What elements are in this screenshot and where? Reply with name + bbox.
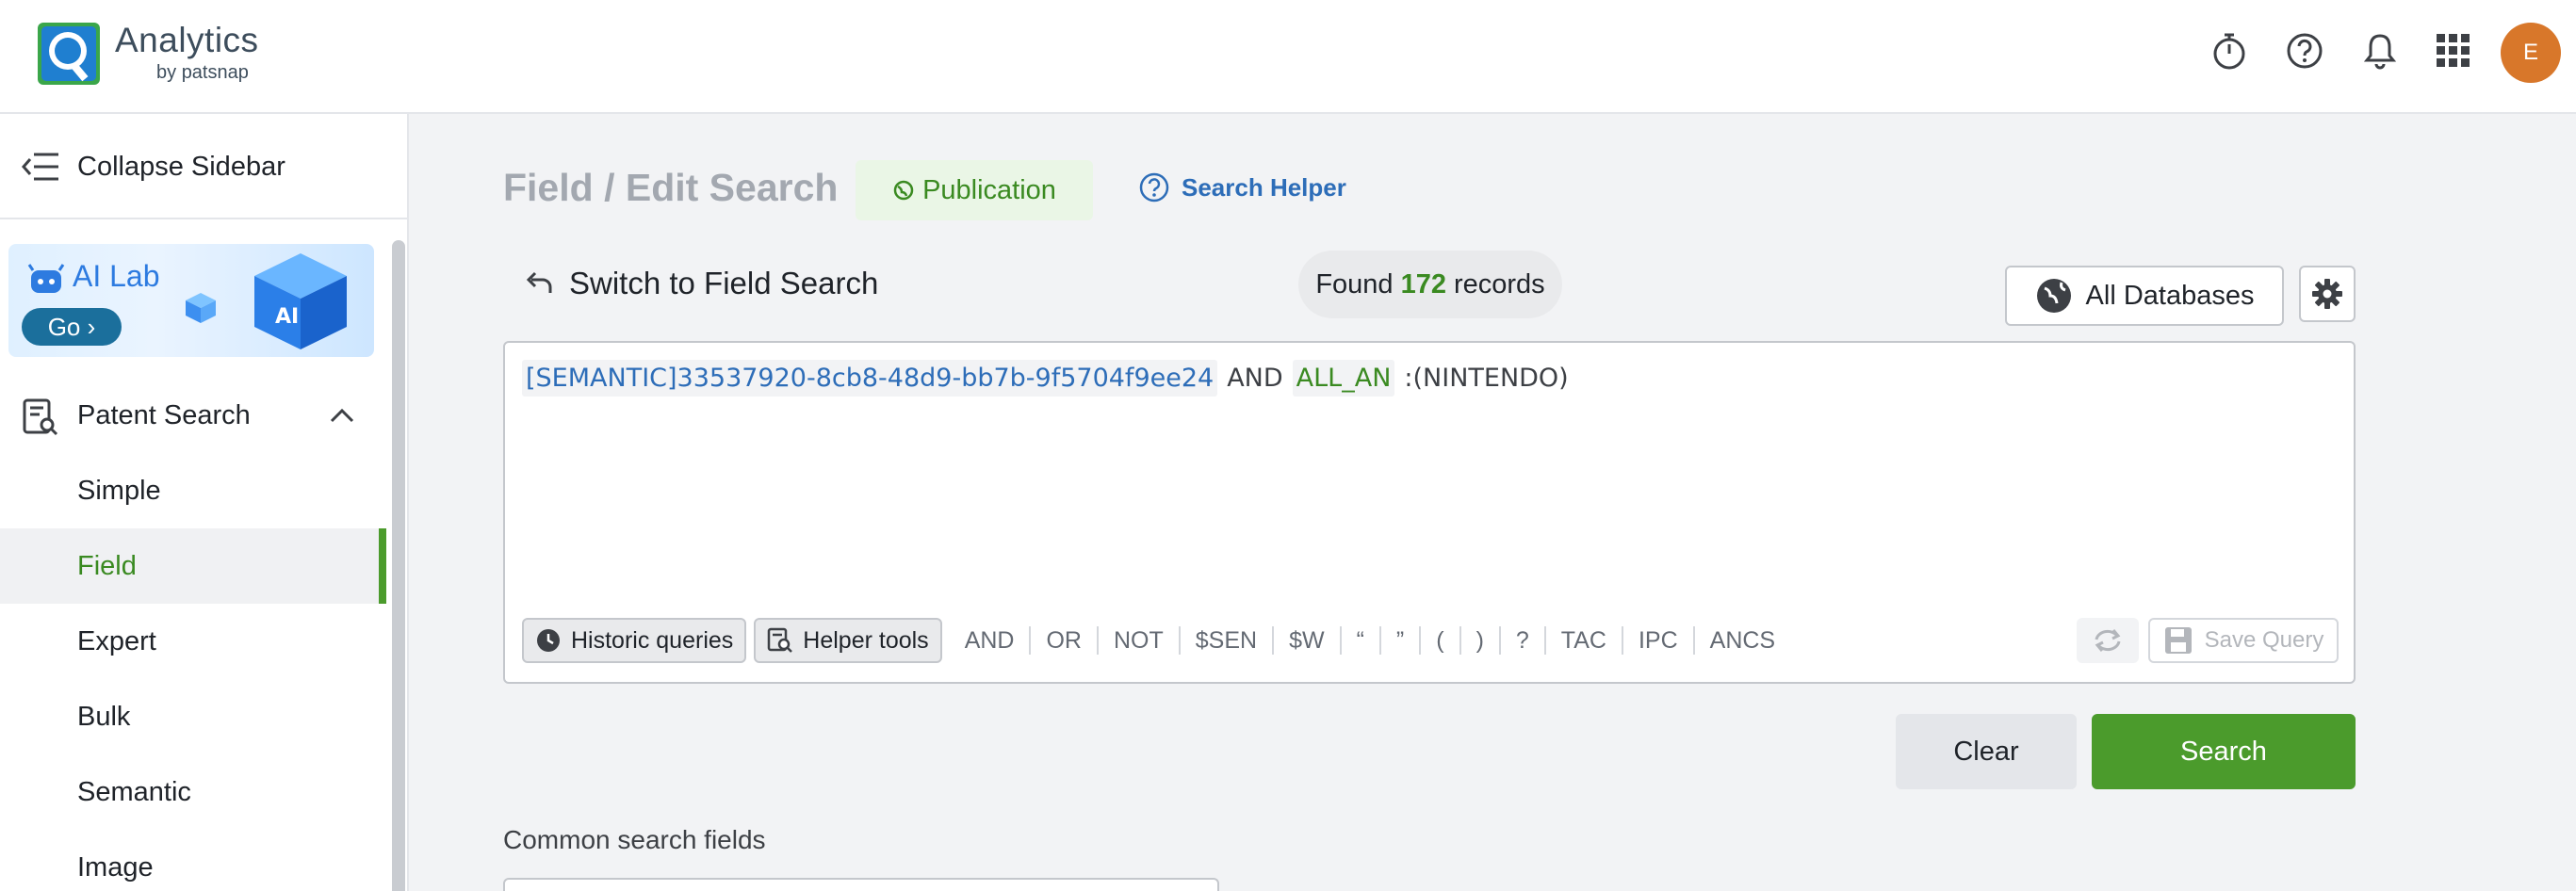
gear-icon bbox=[2311, 278, 2343, 310]
switch-label: Switch to Field Search bbox=[569, 266, 878, 301]
sidebar-item-label: Semantic bbox=[77, 777, 191, 808]
operator-not[interactable]: NOT bbox=[1099, 626, 1181, 655]
collapse-arrow-icon bbox=[21, 152, 60, 182]
publication-badge-label: Publication bbox=[922, 175, 1056, 206]
analytics-logo-icon[interactable] bbox=[38, 23, 100, 85]
all-databases-button[interactable]: All Databases bbox=[2005, 266, 2284, 326]
operator-ancs[interactable]: ANCS bbox=[1695, 626, 1790, 655]
ai-lab-title: AI Lab bbox=[73, 259, 160, 294]
operator-and[interactable]: AND bbox=[950, 626, 1032, 655]
clock-icon bbox=[535, 627, 562, 654]
brand-byline: by patsnap bbox=[156, 62, 249, 84]
brand-name: Analytics bbox=[115, 21, 259, 60]
timer-icon[interactable] bbox=[2207, 28, 2252, 73]
search-helper-link[interactable]: Search Helper bbox=[1138, 171, 1346, 203]
collapse-sidebar-button[interactable]: Collapse Sidebar bbox=[0, 114, 407, 219]
search-helper-label: Search Helper bbox=[1182, 173, 1346, 202]
collapse-sidebar-label: Collapse Sidebar bbox=[77, 152, 285, 183]
query-editor[interactable]: [SEMANTIC]33537920-8cb8-48d9-bb7b-9f5704… bbox=[503, 341, 2356, 684]
operator-open-quote[interactable]: “ bbox=[1342, 626, 1381, 655]
chevron-up-icon bbox=[330, 408, 354, 423]
operator-w[interactable]: $W bbox=[1274, 626, 1342, 655]
sidebar-item-label: Simple bbox=[77, 476, 161, 507]
operator-open-paren[interactable]: ( bbox=[1421, 626, 1460, 655]
page-title: Field / Edit Search bbox=[503, 166, 838, 210]
patent-search-section[interactable]: Patent Search bbox=[0, 378, 386, 453]
save-query-label: Save Query bbox=[2205, 627, 2324, 654]
clear-button[interactable]: Clear bbox=[1896, 714, 2077, 789]
found-records-badge: Found 172 records bbox=[1298, 251, 1562, 318]
sidebar-scrollbar[interactable] bbox=[392, 240, 405, 891]
operator-ipc[interactable]: IPC bbox=[1623, 626, 1695, 655]
sidebar-item-label: Image bbox=[77, 852, 154, 883]
sidebar-item-bulk[interactable]: Bulk bbox=[0, 679, 386, 754]
refresh-button[interactable] bbox=[2077, 618, 2139, 663]
help-circle-icon bbox=[1138, 171, 1170, 203]
operator-tac[interactable]: TAC bbox=[1546, 626, 1623, 655]
bell-icon[interactable] bbox=[2357, 28, 2403, 73]
sidebar: Collapse Sidebar AI Lab Go › AI Patent S… bbox=[0, 114, 409, 891]
operator-question[interactable]: ? bbox=[1501, 626, 1546, 655]
patent-search-label: Patent Search bbox=[77, 400, 251, 431]
top-header: Analytics by patsnap E bbox=[0, 0, 2576, 114]
globe-filled-icon bbox=[2035, 277, 2073, 315]
common-field-input[interactable] bbox=[503, 878, 1219, 891]
historic-queries-label: Historic queries bbox=[571, 627, 733, 655]
common-search-fields-heading: Common search fields bbox=[503, 825, 766, 855]
sidebar-item-field[interactable]: Field bbox=[0, 528, 386, 604]
operator-close-quote[interactable]: ” bbox=[1381, 626, 1421, 655]
sidebar-item-label: Bulk bbox=[77, 702, 130, 733]
ai-cube-icon: AI bbox=[249, 250, 352, 353]
operator-close-paren[interactable]: ) bbox=[1461, 626, 1501, 655]
helper-tools-icon bbox=[767, 627, 793, 654]
apps-grid-icon[interactable] bbox=[2431, 28, 2476, 73]
ai-lab-go-button[interactable]: Go › bbox=[22, 308, 122, 346]
helper-tools-label: Helper tools bbox=[803, 627, 928, 655]
sidebar-item-image[interactable]: Image bbox=[0, 830, 386, 891]
refresh-icon bbox=[2089, 626, 2127, 655]
operator-list: AND OR NOT $SEN $W “ ” ( ) ? TAC IPC ANC… bbox=[950, 626, 1790, 655]
operator-sen[interactable]: $SEN bbox=[1181, 626, 1274, 655]
found-prefix: Found bbox=[1315, 269, 1393, 300]
sidebar-item-label: Expert bbox=[77, 626, 156, 657]
found-count: 172 bbox=[1401, 269, 1446, 300]
query-value: :(NINTENDO) bbox=[1404, 364, 1568, 393]
query-toolbar: Historic queries Helper tools AND OR NOT… bbox=[522, 618, 1790, 663]
save-query-button[interactable]: Save Query bbox=[2148, 618, 2339, 663]
globe-icon bbox=[892, 179, 915, 202]
sidebar-item-simple[interactable]: Simple bbox=[0, 453, 386, 528]
sidebar-item-semantic[interactable]: Semantic bbox=[0, 754, 386, 830]
historic-queries-button[interactable]: Historic queries bbox=[522, 618, 746, 663]
brand-company: patsnap bbox=[182, 62, 249, 83]
sidebar-item-expert[interactable]: Expert bbox=[0, 604, 386, 679]
query-text[interactable]: [SEMANTIC]33537920-8cb8-48d9-bb7b-9f5704… bbox=[522, 360, 1569, 397]
patent-search-icon bbox=[23, 398, 58, 436]
brand-by: by bbox=[156, 62, 176, 83]
ai-lab-banner[interactable]: AI Lab Go › AI bbox=[8, 244, 374, 357]
found-suffix: records bbox=[1454, 269, 1545, 300]
helper-tools-button[interactable]: Helper tools bbox=[754, 618, 941, 663]
ai-cube-text: AI bbox=[275, 305, 299, 329]
settings-button[interactable] bbox=[2299, 266, 2356, 322]
switch-to-field-search-button[interactable]: Switch to Field Search bbox=[524, 266, 878, 301]
search-button[interactable]: Search bbox=[2092, 714, 2356, 789]
undo-arrow-icon bbox=[524, 270, 554, 297]
query-operator: AND bbox=[1227, 364, 1282, 393]
save-disk-icon bbox=[2163, 625, 2193, 656]
sidebar-item-label: Field bbox=[77, 551, 137, 582]
field-token[interactable]: ALL_AN bbox=[1293, 360, 1395, 397]
operator-or[interactable]: OR bbox=[1031, 626, 1099, 655]
semantic-token[interactable]: [SEMANTIC]33537920-8cb8-48d9-bb7b-9f5704… bbox=[522, 360, 1217, 397]
small-cube-icon bbox=[184, 291, 218, 325]
help-icon[interactable] bbox=[2282, 28, 2327, 73]
all-databases-label: All Databases bbox=[2086, 281, 2255, 312]
user-avatar[interactable]: E bbox=[2501, 23, 2561, 83]
robot-icon bbox=[27, 263, 65, 297]
publication-badge[interactable]: Publication bbox=[856, 160, 1093, 220]
